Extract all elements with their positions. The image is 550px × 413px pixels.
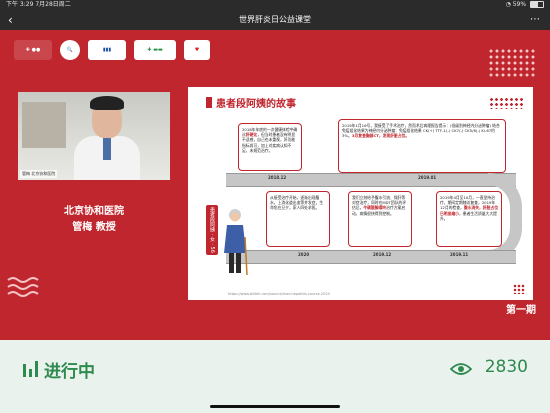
timeline-date: 2019.01	[418, 175, 437, 180]
speaker-video[interactable]: 管梅 北京协和医院	[18, 92, 170, 180]
timeline-date: 2019.11	[450, 252, 469, 257]
story-card-2: 2019年1月16号，我接受了手术治疗，然而术后病理报告提示：(低级别神经内分泌…	[338, 119, 506, 173]
battery-icon	[530, 1, 544, 8]
live-bars-icon	[23, 361, 38, 377]
live-stage: ✚ ●● 🔍 ▮▮▮ ✚ ▬▬ ♥ 管梅 北京协和医院 北京协和医院 管梅 教授…	[0, 30, 550, 340]
status-date: 7月28日周二	[35, 1, 71, 8]
doctor-tie	[103, 136, 111, 160]
timeline-date: 2019.12	[373, 252, 392, 257]
sponsor-logos: ✚ ●● 🔍 ▮▮▮ ✚ ▬▬ ♥	[14, 38, 210, 62]
doctor-hair	[90, 96, 124, 110]
presentation-slide: 患者段阿姨的故事 2018年年底的一次健康体检中确诊肝硬化，但当时患者没有明显不…	[188, 87, 533, 300]
live-status-panel: 进行中 2830	[0, 340, 550, 400]
slide-dots	[489, 97, 523, 109]
slide-corner-dots	[513, 284, 525, 294]
story-card-1: 2018年年底的一次健康体检中确诊肝硬化，但当时患者没有明显不适感，自己也未重视…	[238, 123, 302, 171]
viewer-count: 2830	[484, 357, 528, 377]
wave-decoration-icon	[7, 277, 39, 297]
story-card-5: 2019年4月至10月，一直坚持治疗，期间定期随访复查，2019年12月的检查，…	[436, 191, 502, 247]
slide-footer-url: https://www.bilibili.com/source/liver-he…	[228, 292, 330, 296]
story-card-3: 从接受治疗开始，逐渐出现腹水，上消化道出血等并发症，生命危在旦夕，家人四处求医。	[266, 191, 330, 247]
slide-title: 患者段阿姨的故事	[216, 99, 296, 110]
timeline-date: 2018.12	[268, 175, 287, 180]
more-icon[interactable]: ⋯	[530, 10, 540, 30]
status-right: ◔ 59%	[506, 0, 544, 10]
timeline-date: 2020	[298, 252, 310, 257]
home-indicator[interactable]	[210, 405, 340, 408]
back-icon[interactable]: ‹	[8, 10, 13, 30]
nav-bar: ‹ 世界肝炎日公益课堂 ⋯	[0, 10, 550, 30]
hospital-logo: ▮▮▮	[88, 40, 126, 60]
patient-tag: 患者段阿姨 · 女 · 56岁	[197, 205, 218, 255]
status-time: 下午 3:29	[6, 1, 34, 8]
story-card-4: 我们立刻给予腹水引流、保肝等对症治疗，同时在MDT团队的评估后，牛磺酸腺嘌呤治疗…	[348, 191, 412, 247]
wifi-icon: ◔	[505, 1, 511, 8]
video-caption: 管梅 北京协和医院	[20, 170, 58, 178]
elderly-patient-icon	[224, 209, 248, 276]
decorative-dots	[488, 48, 536, 78]
public-welfare-logo: ♥	[184, 40, 210, 60]
battery-percent: 59%	[512, 1, 527, 8]
episode-label: 第一期	[506, 305, 536, 316]
speaker-name: 管梅 教授	[72, 222, 116, 233]
liver-association-logo: ✚ ▬▬	[134, 40, 176, 60]
magnifier-logo: 🔍	[60, 40, 80, 60]
foundation-logo: ✚ ●●	[14, 40, 52, 60]
eye-icon	[450, 363, 472, 375]
page-title: 世界肝炎日公益课堂	[239, 15, 311, 24]
status-bar: 下午 3:29 7月28日周二 ◔ 59%	[0, 0, 550, 10]
live-status: 进行中	[44, 362, 95, 382]
speaker-hospital: 北京协和医院	[64, 206, 124, 217]
timeline-road-bottom	[226, 250, 516, 264]
title-accent	[206, 97, 212, 108]
bookshelf-background	[22, 102, 66, 148]
